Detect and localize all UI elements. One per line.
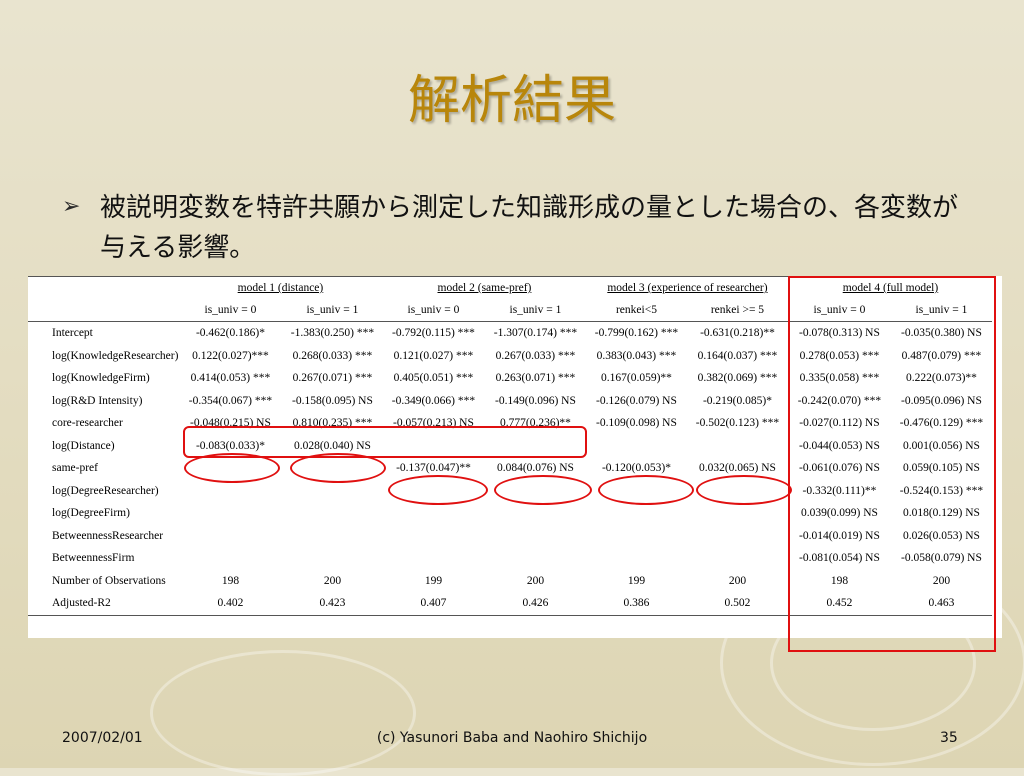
subheader-cell: is_univ = 1: [484, 299, 587, 322]
row-label: log(R&D Intensity): [52, 394, 143, 407]
same-pref-oval: [388, 475, 488, 505]
table-cell: 0.267(0.071) ***: [292, 372, 373, 385]
table-cell: -1.383(0.250) ***: [290, 327, 375, 340]
table-cell: 0.122(0.027)***: [192, 349, 269, 362]
subheader-cell: renkei >= 5: [686, 299, 789, 322]
table-cell: [484, 525, 586, 548]
table-cell: 200: [323, 574, 342, 587]
table-cell: 0.405(0.051) ***: [393, 372, 474, 385]
model-1-header: model 1 (distance): [178, 276, 383, 299]
table-cell: [586, 547, 686, 570]
table-cell: [686, 502, 788, 525]
table-cell: 0.414(0.053) ***: [190, 372, 271, 385]
row-label: core-researcher: [52, 417, 123, 430]
row-label: log(DegreeFirm): [52, 507, 130, 520]
table-cell: [282, 502, 382, 525]
row-label: Adjusted-R2: [28, 592, 179, 616]
table-cell: -0.126(0.079) NS: [596, 394, 677, 407]
model-3-header: model 3 (experience of researcher): [586, 276, 789, 299]
row-label: log(KnowledgeFirm): [52, 372, 150, 385]
subheader-cell: is_univ = 0: [382, 299, 485, 322]
table-cell: [586, 502, 686, 525]
table-cell: 0.423: [282, 592, 383, 616]
table-cell: -0.219(0.085)*: [702, 394, 772, 407]
row-label: log(Distance): [52, 439, 115, 452]
distance-oval: [290, 453, 386, 483]
subheader-cell: is_univ = 1: [282, 299, 383, 322]
table-cell: 0.382(0.069) ***: [697, 372, 778, 385]
table-cell: 0.386: [586, 592, 687, 616]
footer-copyright: (c) Yasunori Baba and Naohiro Shichijo: [376, 730, 648, 746]
table-cell: [484, 502, 586, 525]
row-label: Intercept: [52, 327, 93, 340]
row-label: BetweennessResearcher: [52, 529, 164, 542]
table-cell: 0.121(0.027) ***: [393, 349, 474, 362]
table-cell: [382, 525, 484, 548]
table-cell: 0.502: [686, 592, 789, 616]
table-cell: 0.407: [382, 592, 485, 616]
row-label: same-pref: [52, 462, 98, 475]
row-label: BetweennessFirm: [52, 552, 135, 565]
distance-oval: [184, 453, 280, 483]
table-cell: [484, 547, 586, 570]
footer-page-number: 35: [940, 730, 958, 746]
table-cell: 199: [424, 574, 443, 587]
table-cell: 200: [526, 574, 545, 587]
table-cell: [382, 547, 484, 570]
table-cell: 200: [728, 574, 747, 587]
slide-title: 解析結果: [407, 71, 616, 131]
table-cell: [178, 547, 282, 570]
table-cell: 0.167(0.059)**: [600, 372, 672, 385]
table-cell: 0.268(0.033) ***: [292, 349, 373, 362]
table-cell: -0.158(0.095) NS: [292, 394, 373, 407]
table-cell: 198: [221, 574, 240, 587]
table-cell: -1.307(0.174) ***: [493, 327, 578, 340]
table-cell: 0.402: [178, 592, 283, 616]
same-pref-oval: [598, 475, 694, 505]
table-cell: -0.502(0.123) ***: [695, 417, 780, 430]
background-swirl: [150, 650, 416, 776]
subheader-cell: renkei<5: [586, 299, 687, 322]
same-pref-oval: [696, 475, 792, 505]
table-cell: -0.792(0.115) ***: [391, 327, 475, 340]
table-cell: -0.349(0.066) ***: [391, 394, 476, 407]
table-cell: [282, 525, 382, 548]
table-cell: [686, 525, 788, 548]
row-label: log(DegreeResearcher): [52, 484, 159, 497]
table-cell: -0.462(0.186)*: [195, 327, 265, 340]
table-cell: -0.149(0.096) NS: [495, 394, 576, 407]
bullet-text: 被説明変数を特許共願から測定した知識形成の量とした場合の、各変数が与える影響。: [100, 193, 959, 263]
row-label: log(KnowledgeResearcher): [52, 349, 179, 362]
table-cell: [178, 525, 282, 548]
row-label: Number of Observations: [52, 574, 166, 587]
table-cell: -0.354(0.067) ***: [188, 394, 273, 407]
table-cell: [586, 435, 686, 458]
table-cell: 0.263(0.071) ***: [495, 372, 576, 385]
table-cell: [586, 525, 686, 548]
same-pref-oval: [494, 475, 592, 505]
model-4-highlight-box: [788, 276, 996, 652]
model-2-header: model 2 (same-pref): [382, 276, 587, 299]
table-cell: -0.799(0.162) ***: [594, 327, 679, 340]
table-cell: [382, 502, 484, 525]
table-cell: -0.109(0.098) NS: [596, 417, 677, 430]
table-cell: [282, 547, 382, 570]
bullet-arrow-icon: ➢: [62, 194, 81, 219]
table-cell: -0.631(0.218)**: [700, 327, 775, 340]
table-cell: 0.426: [484, 592, 587, 616]
table-cell: 0.267(0.033) ***: [495, 349, 576, 362]
table-cell: [686, 547, 788, 570]
table-cell: 0.164(0.037) ***: [697, 349, 778, 362]
table-cell: 199: [627, 574, 646, 587]
table-cell: [686, 435, 788, 458]
table-cell: [178, 502, 282, 525]
subheader-cell: is_univ = 0: [178, 299, 283, 322]
table-cell: 0.383(0.043) ***: [596, 349, 677, 362]
